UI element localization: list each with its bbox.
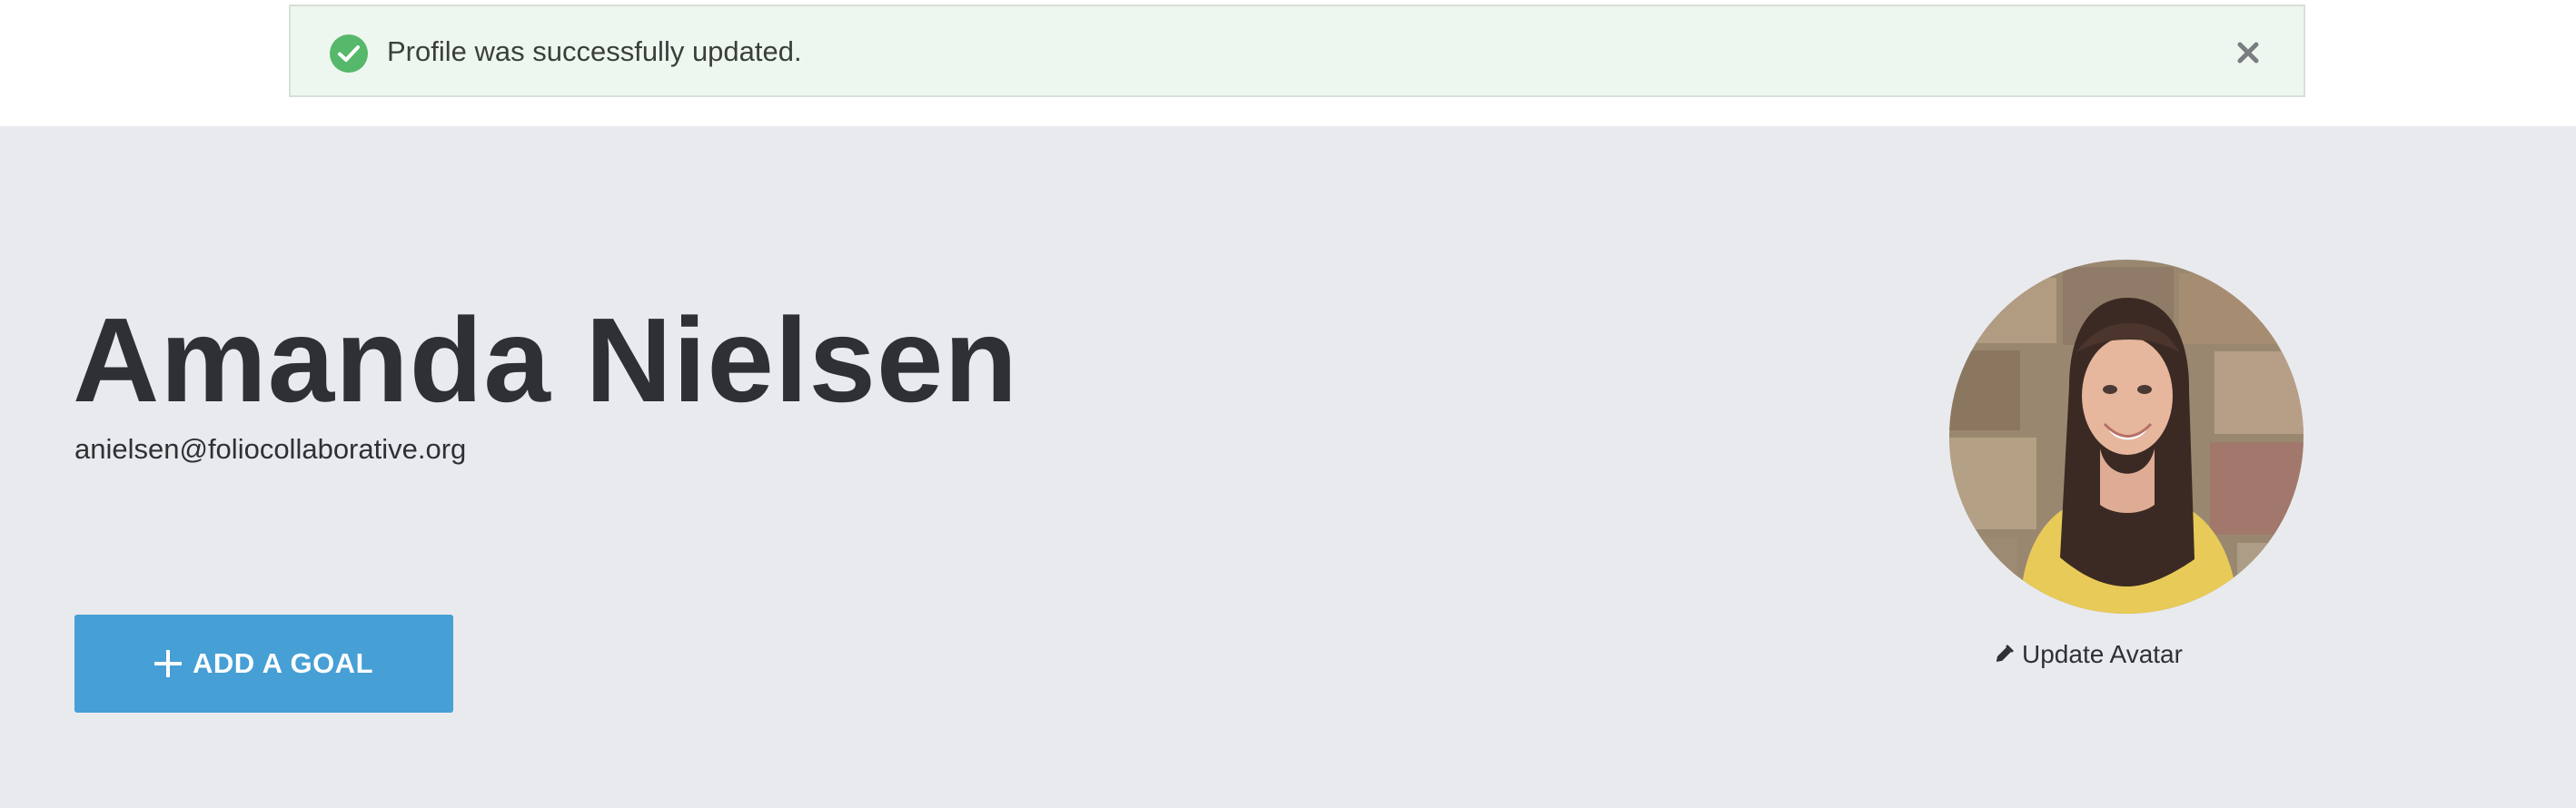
alert-message: Profile was successfully updated. — [387, 35, 802, 67]
add-goal-button[interactable]: ADD A GOAL — [74, 615, 453, 713]
profile-header: Amanda Nielsen anielsen@foliocollaborati… — [0, 126, 2576, 808]
add-goal-label: ADD A GOAL — [192, 647, 374, 679]
plus-icon — [154, 650, 182, 677]
success-alert: Profile was successfully updated. — [289, 5, 2305, 97]
update-avatar-link[interactable]: Update Avatar — [1993, 638, 2183, 671]
profile-name: Amanda Nielsen — [73, 293, 1018, 427]
update-avatar-label: Update Avatar — [2022, 640, 2183, 668]
top-notification-area: Profile was successfully updated. — [0, 0, 2576, 126]
pencil-icon — [1996, 645, 2014, 662]
profile-email: anielsen@foliocollaborative.org — [74, 433, 467, 465]
profile-avatar — [1949, 260, 2304, 614]
close-icon[interactable] — [2235, 40, 2261, 65]
check-circle-icon — [330, 34, 368, 73]
